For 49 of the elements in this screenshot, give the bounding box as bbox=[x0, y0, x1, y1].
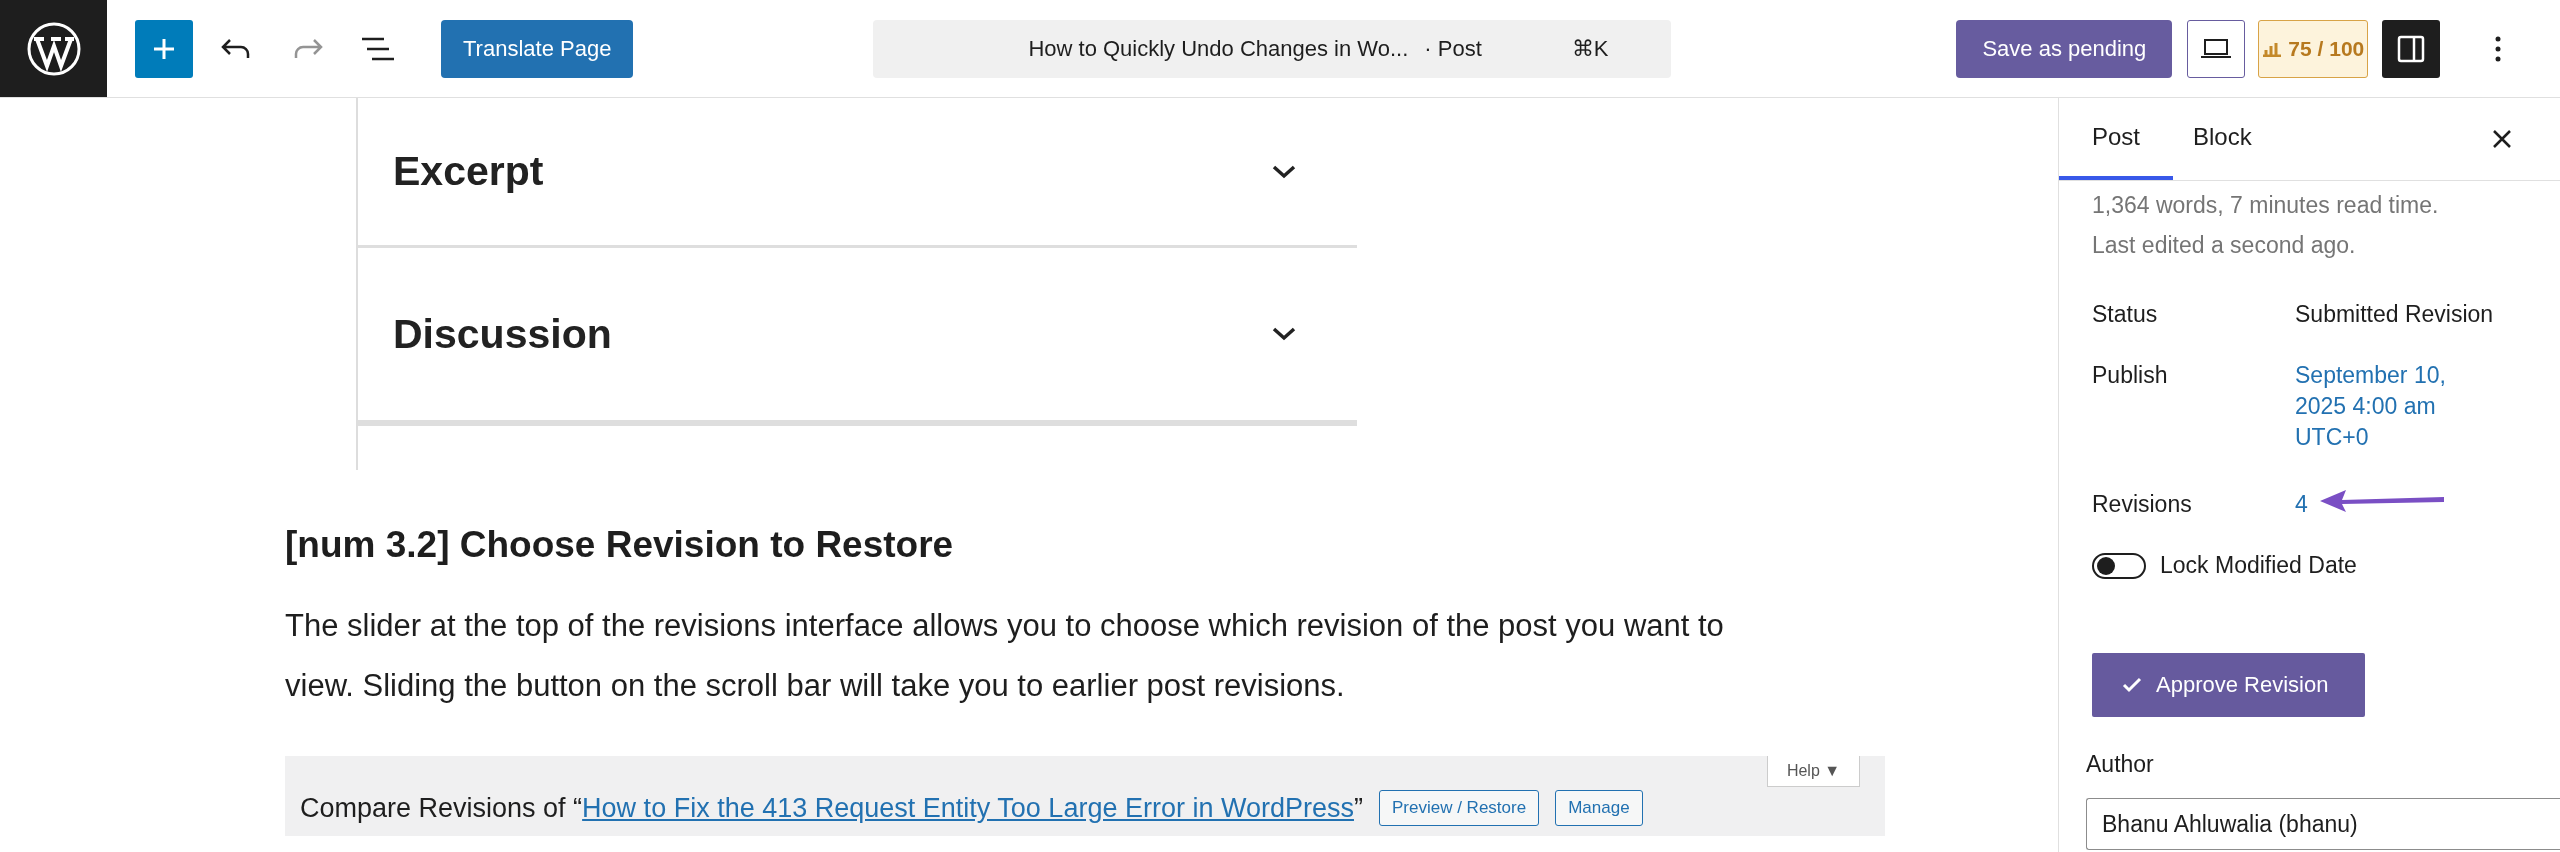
add-block-button[interactable] bbox=[135, 19, 193, 78]
more-vertical-icon bbox=[2495, 35, 2502, 62]
approve-revision-button[interactable]: Approve Revision bbox=[2092, 653, 2365, 717]
field-link[interactable]: September 10, 2025 4:00 am UTC+0 bbox=[2295, 360, 2485, 453]
post-link[interactable]: How to Fix the 413 Request Entity Too Large Error in WordPress bbox=[582, 792, 1354, 823]
author-select[interactable]: Bhanu Ahluwalia (bhanu) bbox=[2086, 798, 2560, 850]
compare-revisions-title: Compare Revisions of “How to Fix the 413 Request Entity Too Large Error in WordPress” bbox=[300, 792, 1363, 824]
check-icon bbox=[2122, 677, 2142, 693]
chart-icon bbox=[2262, 40, 2283, 57]
command-bar[interactable]: How to Quickly Undo Changes in Wo... · Post ⌘K bbox=[873, 19, 1672, 78]
undo-icon bbox=[221, 37, 251, 60]
post-type: · Post bbox=[1424, 35, 1482, 62]
close-icon bbox=[2491, 129, 2512, 149]
seo-score: 75 / 100 bbox=[2288, 36, 2365, 61]
revision-action-button[interactable]: Preview / Restore bbox=[1379, 790, 1540, 826]
revision-action-button[interactable]: Manage bbox=[1555, 790, 1643, 826]
wordpress-logo-icon bbox=[26, 21, 81, 76]
section-title: Discussion bbox=[393, 310, 612, 358]
list-view-icon bbox=[361, 35, 395, 62]
post-title: How to Quickly Undo Changes in Wo... bbox=[1028, 35, 1409, 62]
preview-button[interactable] bbox=[2187, 19, 2246, 78]
last-edited: Last edited a second ago. bbox=[2092, 231, 2357, 260]
toggle-label: Lock Modified Date bbox=[2160, 551, 2357, 580]
body-paragraph: The slider at the top of the revisions interface allows you to choose which revision of the post you want to view. Sliding the button on the scroll bar will take you to earlier post revisions. bbox=[285, 607, 1725, 705]
laptop-icon bbox=[2200, 37, 2233, 60]
plus-icon bbox=[152, 36, 176, 61]
section-title: Excerpt bbox=[393, 148, 544, 195]
field-label: Status bbox=[2092, 300, 2159, 329]
wordpress-logo[interactable] bbox=[0, 0, 107, 97]
field-value: Submitted Revision bbox=[2295, 300, 2494, 329]
sidebar-tab[interactable]: Block bbox=[2173, 98, 2272, 180]
sidebar-tab[interactable]: Post bbox=[2059, 98, 2174, 180]
field-label: Revisions bbox=[2092, 490, 2193, 519]
field-label: Publish bbox=[2092, 361, 2169, 390]
section-heading: [num 3.2] Choose Revision to Restore bbox=[285, 524, 955, 566]
word-count: 1,364 words, 7 minutes read time. bbox=[2092, 191, 2440, 220]
sidebar-icon bbox=[2397, 34, 2426, 63]
translate-page-button[interactable]: Translate Page bbox=[441, 19, 634, 78]
chevron-down-icon[interactable] bbox=[1271, 163, 1297, 180]
keyboard-shortcut: ⌘K bbox=[1571, 35, 1609, 62]
sidebar-toggle-button[interactable] bbox=[2382, 19, 2441, 78]
toggle-switch[interactable] bbox=[2092, 552, 2146, 579]
author-label: Author bbox=[2086, 751, 2155, 778]
help-tab[interactable]: Help ▼ bbox=[1767, 756, 1860, 787]
chevron-down-icon[interactable] bbox=[1271, 326, 1297, 342]
seo-score-button[interactable]: 75 / 100 bbox=[2258, 19, 2369, 78]
save-as-pending-button[interactable]: Save as pending bbox=[1956, 19, 2173, 78]
field-link[interactable]: 4 bbox=[2295, 489, 2308, 520]
redo-icon bbox=[293, 37, 323, 60]
